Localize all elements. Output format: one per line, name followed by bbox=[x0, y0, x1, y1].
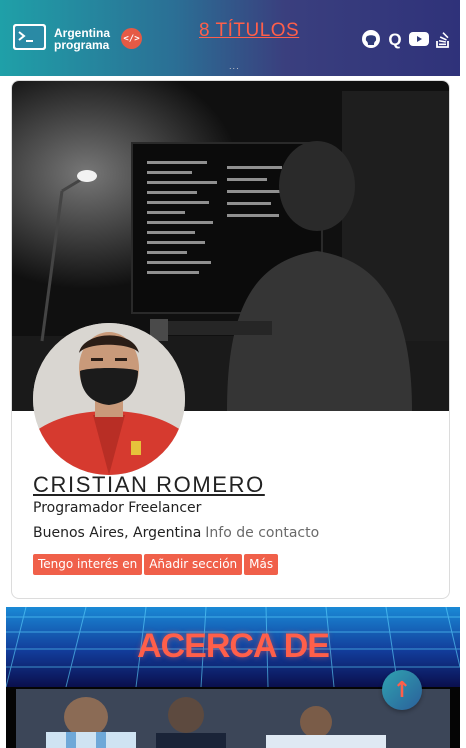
titles-link[interactable]: 8 TÍTULOS bbox=[199, 20, 299, 42]
profile-role: Programador Freelancer bbox=[33, 500, 202, 516]
profile-location: Buenos Aires, Argentina bbox=[33, 525, 202, 541]
stackoverflow-icon[interactable] bbox=[435, 29, 451, 49]
back-to-top-button[interactable]: ↑ bbox=[382, 670, 422, 710]
terminal-logo-icon[interactable] bbox=[13, 24, 46, 50]
about-title: ACERCA DE bbox=[137, 627, 330, 665]
interest-button[interactable]: Tengo interés en bbox=[33, 554, 143, 575]
brand-line-2: programa bbox=[54, 38, 110, 52]
code-icon[interactable]: </> bbox=[121, 28, 142, 49]
svg-text:Q: Q bbox=[388, 30, 401, 49]
youtube-icon[interactable] bbox=[408, 29, 430, 49]
profile-actions: Tengo interés en Añadir sección Más bbox=[33, 554, 279, 575]
profile-card: CRISTIAN ROMERO Programador Freelancer B… bbox=[11, 80, 450, 599]
avatar[interactable] bbox=[33, 323, 185, 475]
quora-icon[interactable]: Q bbox=[385, 29, 405, 49]
add-section-button[interactable]: Añadir sección bbox=[144, 554, 243, 575]
github-icon[interactable] bbox=[361, 29, 381, 49]
navbar: Argentina programa </> 8 TÍTULOS ... Q bbox=[0, 0, 460, 76]
brand-name[interactable]: Argentina programa bbox=[54, 27, 110, 51]
profile-location-row: Buenos Aires, Argentina Info de contacto bbox=[33, 525, 319, 541]
more-button[interactable]: Más bbox=[244, 554, 279, 575]
arrow-up-icon: ↑ bbox=[392, 677, 412, 703]
nav-dots: ... bbox=[229, 62, 240, 71]
profile-name[interactable]: CRISTIAN ROMERO bbox=[33, 472, 265, 498]
contact-info-link[interactable]: Info de contacto bbox=[205, 525, 319, 541]
